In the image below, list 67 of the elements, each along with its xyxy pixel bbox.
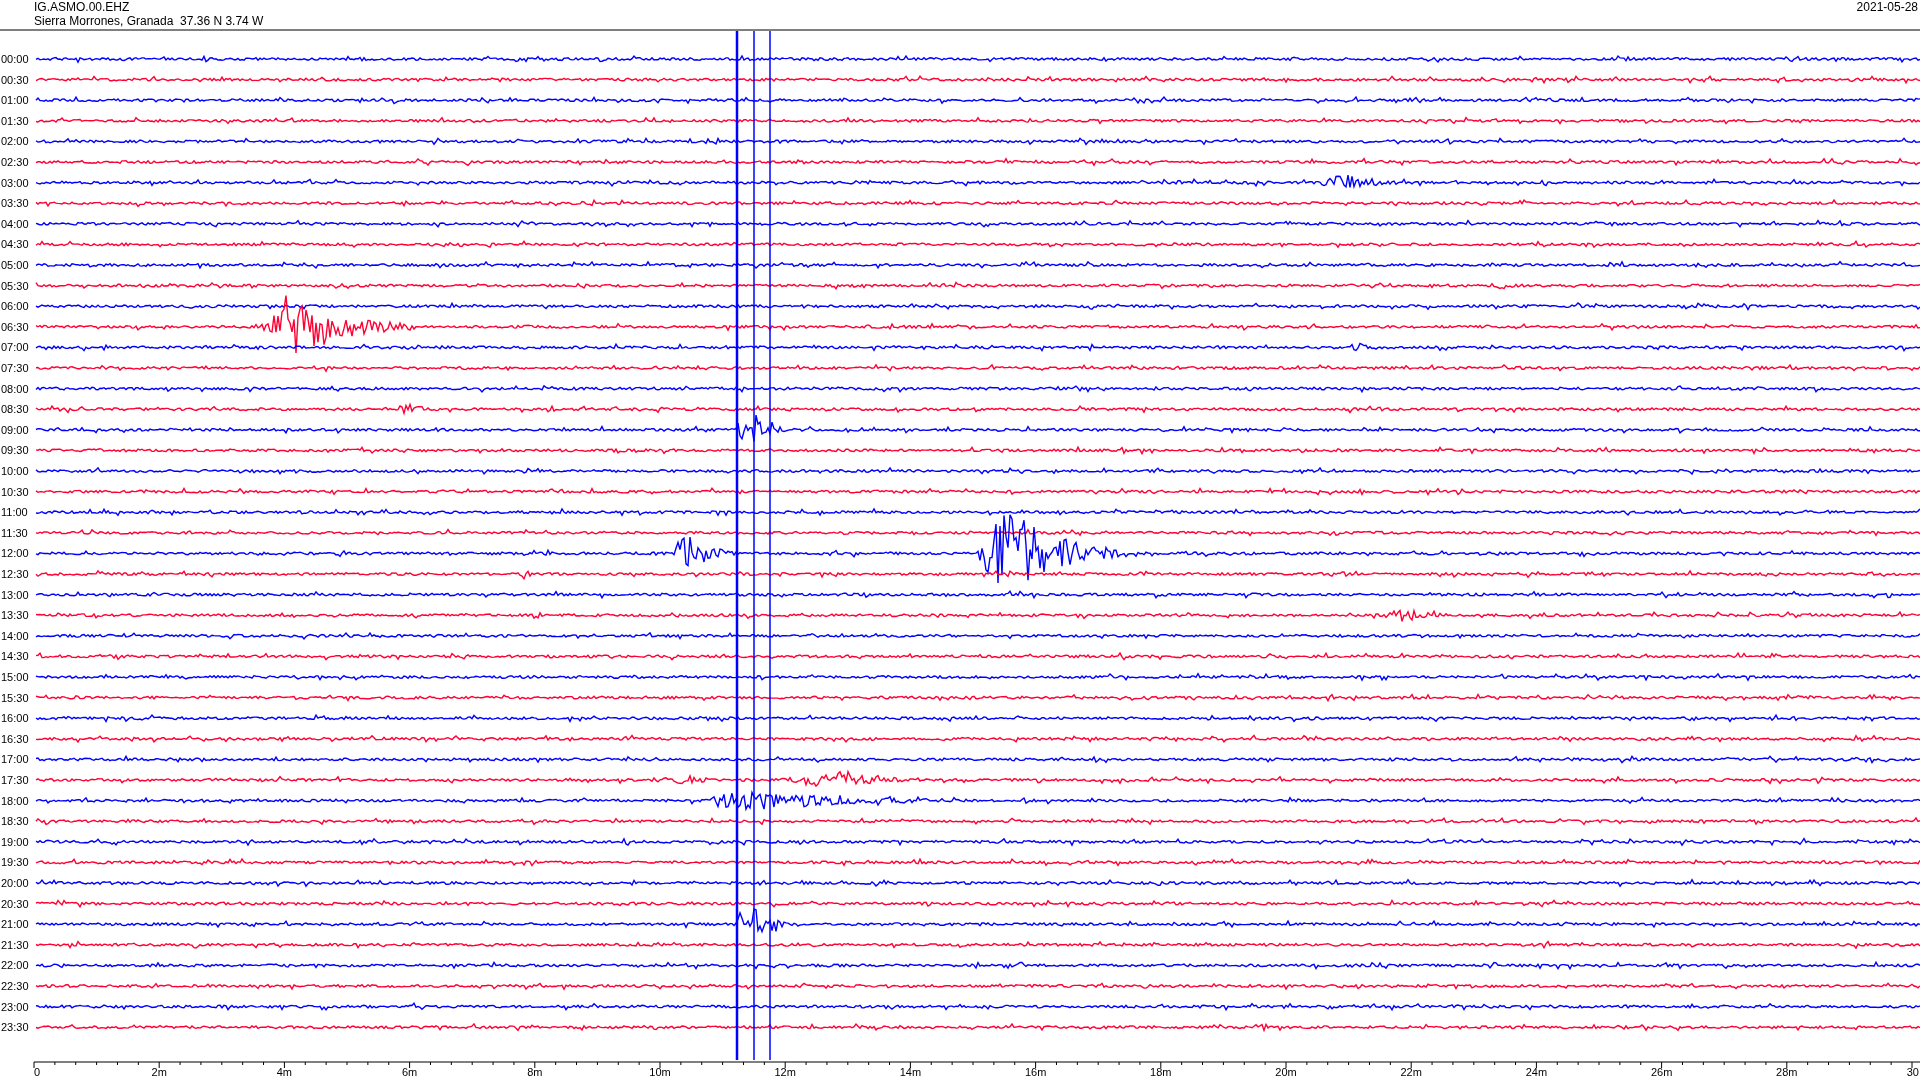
time-label: 23:00: [1, 1000, 29, 1013]
time-label: 19:00: [1, 835, 29, 848]
axis-label: 30: [1906, 1066, 1919, 1078]
time-label: 23:30: [1, 1021, 29, 1034]
station-location: Sierra Morrones, Granada 37.36 N 3.74 W: [34, 14, 264, 28]
time-label: 03:00: [1, 176, 29, 189]
time-label: 11:30: [1, 526, 28, 539]
axis-label: 16m: [1024, 1066, 1047, 1078]
time-label: 00:00: [1, 53, 29, 65]
station-code: IG.ASMO.00.EHZ: [34, 0, 130, 14]
axis-label: 6m: [401, 1066, 418, 1078]
time-label: 21:30: [1, 938, 29, 951]
time-label: 20:30: [1, 897, 29, 910]
time-label: 13:30: [1, 609, 29, 622]
axis-label: 14m: [899, 1066, 922, 1078]
time-label: 17:00: [1, 753, 29, 766]
time-label: 22:30: [1, 980, 29, 992]
time-label: 19:30: [1, 856, 29, 869]
time-label: 09:00: [1, 423, 29, 436]
time-label: 06:30: [1, 320, 29, 333]
time-label: 04:30: [1, 238, 29, 251]
axis-label: 8m: [527, 1066, 543, 1078]
time-label: 18:30: [1, 815, 29, 828]
time-label: 07:00: [1, 341, 29, 354]
time-label: 17:30: [1, 774, 29, 786]
axis-label: 28m: [1776, 1066, 1798, 1078]
time-label: 08:30: [1, 403, 29, 416]
time-label: 06:00: [1, 300, 29, 313]
time-label: 22:00: [1, 959, 29, 972]
axis-label: 10m: [649, 1066, 671, 1078]
axis-label: 12m: [774, 1066, 796, 1078]
time-label: 07:30: [1, 362, 29, 374]
axis-label: 24m: [1525, 1066, 1548, 1078]
time-label: 08:00: [1, 382, 29, 395]
date-label: 2021-05-28: [1856, 0, 1918, 14]
time-label: 02:00: [1, 135, 29, 148]
axis-label: 0: [34, 1066, 41, 1078]
axis-label: 20m: [1275, 1066, 1297, 1078]
time-label: 04:00: [1, 217, 29, 230]
time-label: 12:00: [1, 547, 29, 560]
time-label: 01:30: [1, 114, 29, 127]
time-label: 10:00: [1, 465, 29, 477]
time-label: 16:30: [1, 732, 29, 745]
axis-label: 26m: [1650, 1066, 1673, 1078]
time-label: 11:00: [1, 506, 28, 519]
time-label: 15:30: [1, 691, 29, 704]
axis-label: 4m: [276, 1066, 293, 1078]
time-label: 09:30: [1, 444, 29, 457]
time-label: 00:30: [1, 73, 29, 86]
time-label: 05:30: [1, 279, 29, 292]
time-label: 05:00: [1, 259, 29, 271]
time-label: 12:30: [1, 568, 29, 580]
time-label: 18:00: [1, 794, 29, 807]
time-label: 02:30: [1, 156, 29, 168]
time-label: 14:00: [1, 629, 29, 642]
time-label: 16:00: [1, 712, 29, 725]
axis-label: 2m: [151, 1066, 167, 1078]
time-label: 03:30: [1, 197, 29, 210]
time-label: 01:00: [1, 94, 29, 107]
time-label: 10:30: [1, 485, 29, 498]
axis-label: 18m: [1150, 1066, 1172, 1078]
time-label: 14:30: [1, 650, 29, 663]
axis-label: 22m: [1400, 1066, 1422, 1078]
time-label: 20:00: [1, 877, 29, 889]
time-label: 13:00: [1, 588, 29, 601]
time-label: 15:00: [1, 671, 29, 683]
time-label: 21:00: [1, 918, 29, 931]
